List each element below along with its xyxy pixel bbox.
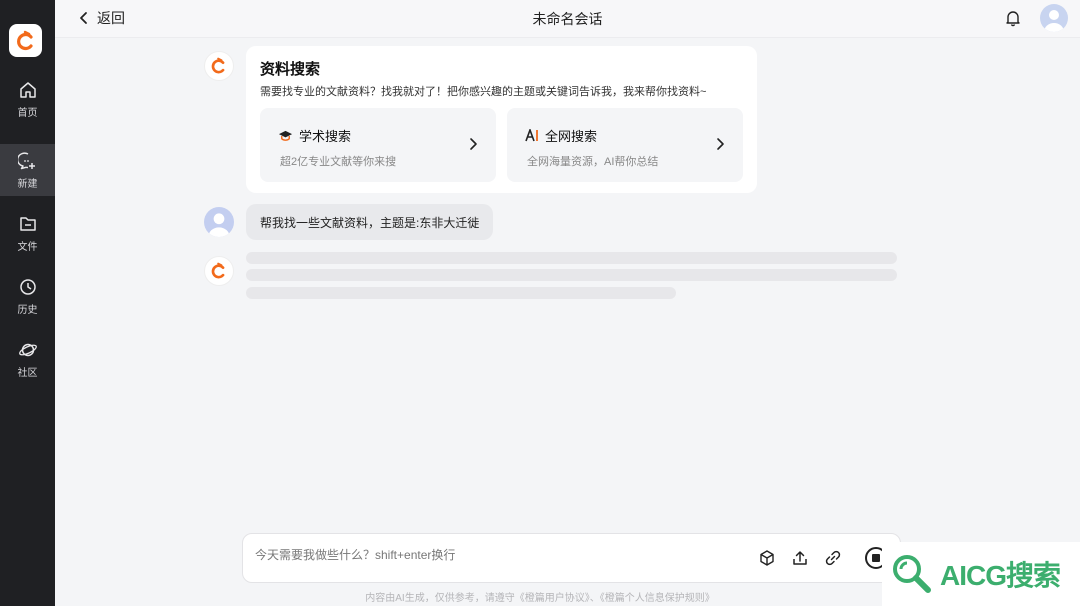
home-icon bbox=[19, 81, 36, 98]
chevron-right-icon bbox=[470, 138, 477, 150]
material-search-card: 资料搜索 需要找专业的文献资料？找我就对了！把你感兴趣的主题或关键词告诉我，我来… bbox=[246, 46, 757, 193]
bell-icon[interactable] bbox=[1004, 9, 1022, 27]
sidebar-item-home[interactable]: 首页 bbox=[0, 73, 55, 125]
file-icon bbox=[19, 216, 36, 231]
sidebar-item-files[interactable]: 文件 bbox=[0, 207, 55, 259]
watermark-text: AICG搜索 bbox=[940, 560, 1061, 591]
loading-skeleton-line bbox=[246, 269, 897, 281]
magnifier-icon bbox=[893, 555, 931, 593]
option-title: 全网搜索 bbox=[525, 126, 597, 145]
link-icon[interactable] bbox=[824, 549, 842, 567]
card-description: 需要找专业的文献资料？找我就对了！把你感兴趣的主题或关键词告诉我，我来帮你找资料… bbox=[260, 86, 707, 98]
cube-icon[interactable] bbox=[758, 549, 776, 567]
academic-search-option[interactable]: 学术搜索 超2亿专业文献等你来搜 bbox=[260, 108, 496, 182]
loading-skeleton-line bbox=[246, 252, 897, 264]
planet-icon bbox=[18, 343, 37, 356]
loading-skeleton-line bbox=[246, 287, 676, 299]
option-description: 超2亿专业文献等你来搜 bbox=[280, 156, 397, 168]
option-description: 全网海量资源，AI帮你总结 bbox=[527, 156, 659, 168]
person-icon bbox=[208, 213, 230, 237]
stop-icon bbox=[872, 554, 880, 562]
person-icon bbox=[1044, 10, 1064, 32]
watermark-logo: AICG搜索 bbox=[882, 542, 1080, 606]
option-title-text: 学术搜索 bbox=[299, 129, 352, 144]
sidebar-item-label: 社区 bbox=[17, 367, 38, 379]
assistant-avatar bbox=[204, 51, 234, 81]
user-avatar[interactable] bbox=[1040, 4, 1068, 32]
orange-c-logo-icon bbox=[211, 57, 225, 74]
orange-c-logo-icon bbox=[16, 30, 33, 50]
page-title: 未命名会话 bbox=[532, 11, 603, 27]
chevron-right-icon bbox=[717, 138, 724, 150]
orange-c-logo-icon bbox=[211, 262, 225, 279]
sidebar-item-community[interactable]: 社区 bbox=[0, 333, 55, 385]
clock-icon bbox=[19, 278, 36, 295]
graduation-cap-icon bbox=[278, 130, 293, 141]
upload-icon[interactable] bbox=[791, 549, 809, 567]
app-logo[interactable] bbox=[9, 24, 42, 57]
sidebar-item-new[interactable]: 新建 bbox=[0, 144, 55, 196]
sidebar-item-label: 文件 bbox=[17, 241, 38, 253]
sidebar-item-label: 新建 bbox=[17, 178, 38, 190]
new-chat-icon bbox=[17, 151, 35, 169]
top-header: 返回 未命名会话 bbox=[55, 0, 1080, 38]
chat-input[interactable] bbox=[255, 548, 735, 562]
option-title: 学术搜索 bbox=[278, 126, 351, 145]
sidebar-item-label: 首页 bbox=[17, 107, 38, 119]
chat-input-box bbox=[242, 533, 901, 583]
ai-icon bbox=[525, 129, 538, 142]
web-search-option[interactable]: 全网搜索 全网海量资源，AI帮你总结 bbox=[507, 108, 743, 182]
user-message-avatar bbox=[204, 207, 234, 237]
card-title: 资料搜索 bbox=[260, 61, 321, 78]
user-message-bubble: 帮我找一些文献资料，主题是:东非大迁徙 bbox=[246, 204, 494, 240]
assistant-avatar bbox=[204, 256, 234, 286]
sidebar-item-history[interactable]: 历史 bbox=[0, 270, 55, 322]
sidebar-item-label: 历史 bbox=[17, 304, 38, 316]
option-title-text: 全网搜索 bbox=[545, 129, 598, 144]
sidebar: 首页 新建 文件 历史 社区 bbox=[0, 0, 55, 606]
